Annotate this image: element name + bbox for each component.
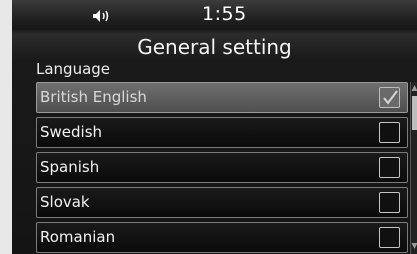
language-option-label: Slovak xyxy=(40,193,90,211)
language-option-label: Spanish xyxy=(40,158,100,176)
speaker-volume-icon xyxy=(93,10,109,22)
language-option-label: Swedish xyxy=(40,123,103,141)
language-checkbox[interactable] xyxy=(379,87,400,108)
clock: 1:55 xyxy=(202,3,247,25)
language-option-swedish[interactable]: Swedish xyxy=(36,117,408,148)
page-title: General setting xyxy=(137,35,292,59)
language-checkbox[interactable] xyxy=(379,227,400,248)
language-checkbox[interactable] xyxy=(379,157,400,178)
scroll-up-arrow-icon[interactable] xyxy=(411,84,417,92)
language-option-label: Romanian xyxy=(40,228,116,246)
section-label: Language xyxy=(36,60,111,78)
language-option-label: British English xyxy=(40,88,147,106)
status-bar: 1:55 xyxy=(12,0,417,30)
language-option-romanian[interactable]: Romanian xyxy=(36,222,408,253)
scroll-down-arrow-icon[interactable] xyxy=(411,242,417,250)
language-option-spanish[interactable]: Spanish xyxy=(36,152,408,183)
settings-screen: 1:55 General setting Language British En… xyxy=(12,0,417,254)
checkmark-icon xyxy=(383,90,398,105)
language-checkbox[interactable] xyxy=(379,192,400,213)
display-frame: 1:55 General setting Language British En… xyxy=(0,0,417,254)
scrollbar[interactable] xyxy=(410,82,417,254)
scroll-thumb[interactable] xyxy=(412,96,417,130)
language-checkbox[interactable] xyxy=(379,122,400,143)
language-option-british-english[interactable]: British English xyxy=(36,82,408,113)
language-option-slovak[interactable]: Slovak xyxy=(36,187,408,218)
